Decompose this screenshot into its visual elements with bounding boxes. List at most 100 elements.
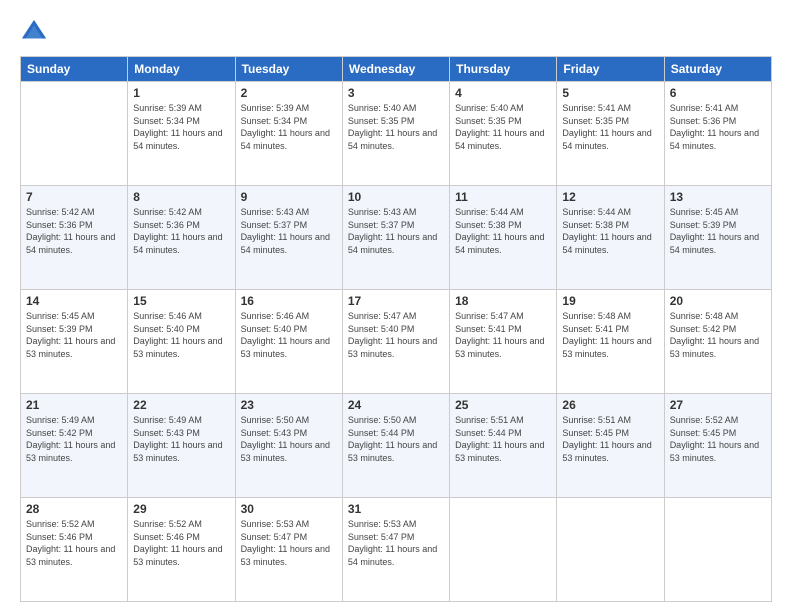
weekday-header: Wednesday (342, 57, 449, 82)
day-info: Sunrise: 5:45 AMSunset: 5:39 PMDaylight:… (670, 206, 766, 256)
calendar-cell: 8 Sunrise: 5:42 AMSunset: 5:36 PMDaylight… (128, 186, 235, 290)
day-info: Sunrise: 5:50 AMSunset: 5:43 PMDaylight:… (241, 414, 337, 464)
day-info: Sunrise: 5:44 AMSunset: 5:38 PMDaylight:… (455, 206, 551, 256)
day-number: 15 (133, 294, 229, 308)
day-info: Sunrise: 5:45 AMSunset: 5:39 PMDaylight:… (26, 310, 122, 360)
calendar-cell: 19 Sunrise: 5:48 AMSunset: 5:41 PMDayligh… (557, 290, 664, 394)
calendar-cell (664, 498, 771, 602)
calendar-cell: 29 Sunrise: 5:52 AMSunset: 5:46 PMDayligh… (128, 498, 235, 602)
day-number: 9 (241, 190, 337, 204)
day-info: Sunrise: 5:52 AMSunset: 5:46 PMDaylight:… (26, 518, 122, 568)
day-number: 6 (670, 86, 766, 100)
day-number: 1 (133, 86, 229, 100)
calendar-cell: 25 Sunrise: 5:51 AMSunset: 5:44 PMDayligh… (450, 394, 557, 498)
logo-icon (20, 18, 48, 46)
day-info: Sunrise: 5:40 AMSunset: 5:35 PMDaylight:… (455, 102, 551, 152)
day-number: 18 (455, 294, 551, 308)
day-number: 4 (455, 86, 551, 100)
calendar-cell: 27Sunrise: 5:52 AMSunset: 5:45 PMDayligh… (664, 394, 771, 498)
day-info: Sunrise: 5:53 AMSunset: 5:47 PMDaylight:… (348, 518, 444, 568)
calendar-cell: 2 Sunrise: 5:39 AMSunset: 5:34 PMDaylight… (235, 82, 342, 186)
day-number: 29 (133, 502, 229, 516)
day-info: Sunrise: 5:46 AMSunset: 5:40 PMDaylight:… (241, 310, 337, 360)
day-info: Sunrise: 5:40 AMSunset: 5:35 PMDaylight:… (348, 102, 444, 152)
day-number: 20 (670, 294, 766, 308)
calendar-cell (450, 498, 557, 602)
day-info: Sunrise: 5:42 AMSunset: 5:36 PMDaylight:… (133, 206, 229, 256)
day-info: Sunrise: 5:51 AMSunset: 5:45 PMDaylight:… (562, 414, 658, 464)
calendar-cell: 24 Sunrise: 5:50 AMSunset: 5:44 PMDayligh… (342, 394, 449, 498)
calendar-cell: 30 Sunrise: 5:53 AMSunset: 5:47 PMDayligh… (235, 498, 342, 602)
day-info: Sunrise: 5:52 AMSunset: 5:46 PMDaylight:… (133, 518, 229, 568)
day-info: Sunrise: 5:53 AMSunset: 5:47 PMDaylight:… (241, 518, 337, 568)
weekday-header: Thursday (450, 57, 557, 82)
calendar-cell: 26 Sunrise: 5:51 AMSunset: 5:45 PMDayligh… (557, 394, 664, 498)
calendar-header: SundayMondayTuesdayWednesdayThursdayFrid… (21, 57, 772, 82)
day-number: 16 (241, 294, 337, 308)
day-info: Sunrise: 5:41 AMSunset: 5:35 PMDaylight:… (562, 102, 658, 152)
calendar-cell (557, 498, 664, 602)
day-info: Sunrise: 5:41 AMSunset: 5:36 PMDaylight:… (670, 102, 766, 152)
day-info: Sunrise: 5:47 AMSunset: 5:40 PMDaylight:… (348, 310, 444, 360)
day-number: 26 (562, 398, 658, 412)
page: SundayMondayTuesdayWednesdayThursdayFrid… (0, 0, 792, 612)
day-info: Sunrise: 5:51 AMSunset: 5:44 PMDaylight:… (455, 414, 551, 464)
day-info: Sunrise: 5:46 AMSunset: 5:40 PMDaylight:… (133, 310, 229, 360)
day-info: Sunrise: 5:49 AMSunset: 5:42 PMDaylight:… (26, 414, 122, 464)
day-info: Sunrise: 5:49 AMSunset: 5:43 PMDaylight:… (133, 414, 229, 464)
day-number: 14 (26, 294, 122, 308)
logo (20, 18, 52, 46)
day-number: 19 (562, 294, 658, 308)
day-number: 13 (670, 190, 766, 204)
day-info: Sunrise: 5:44 AMSunset: 5:38 PMDaylight:… (562, 206, 658, 256)
day-info: Sunrise: 5:52 AMSunset: 5:45 PMDaylight:… (670, 414, 766, 464)
weekday-header: Sunday (21, 57, 128, 82)
calendar-cell: 21 Sunrise: 5:49 AMSunset: 5:42 PMDayligh… (21, 394, 128, 498)
day-number: 7 (26, 190, 122, 204)
calendar-cell: 17 Sunrise: 5:47 AMSunset: 5:40 PMDayligh… (342, 290, 449, 394)
day-number: 31 (348, 502, 444, 516)
calendar-cell: 16 Sunrise: 5:46 AMSunset: 5:40 PMDayligh… (235, 290, 342, 394)
day-info: Sunrise: 5:39 AMSunset: 5:34 PMDaylight:… (241, 102, 337, 152)
day-number: 8 (133, 190, 229, 204)
weekday-header: Monday (128, 57, 235, 82)
calendar-cell: 31 Sunrise: 5:53 AMSunset: 5:47 PMDayligh… (342, 498, 449, 602)
day-info: Sunrise: 5:50 AMSunset: 5:44 PMDaylight:… (348, 414, 444, 464)
day-number: 21 (26, 398, 122, 412)
day-info: Sunrise: 5:48 AMSunset: 5:42 PMDaylight:… (670, 310, 766, 360)
day-number: 3 (348, 86, 444, 100)
weekday-header: Tuesday (235, 57, 342, 82)
calendar-cell: 10Sunrise: 5:43 AMSunset: 5:37 PMDayligh… (342, 186, 449, 290)
calendar-cell: 15 Sunrise: 5:46 AMSunset: 5:40 PMDayligh… (128, 290, 235, 394)
calendar-cell: 13 Sunrise: 5:45 AMSunset: 5:39 PMDayligh… (664, 186, 771, 290)
weekday-header: Friday (557, 57, 664, 82)
calendar-cell: 14 Sunrise: 5:45 AMSunset: 5:39 PMDayligh… (21, 290, 128, 394)
day-number: 2 (241, 86, 337, 100)
calendar-week-row: 7 Sunrise: 5:42 AMSunset: 5:36 PMDaylight… (21, 186, 772, 290)
calendar-cell: 22Sunrise: 5:49 AMSunset: 5:43 PMDayligh… (128, 394, 235, 498)
day-number: 25 (455, 398, 551, 412)
day-info: Sunrise: 5:42 AMSunset: 5:36 PMDaylight:… (26, 206, 122, 256)
day-info: Sunrise: 5:39 AMSunset: 5:34 PMDaylight:… (133, 102, 229, 152)
calendar-cell: 20 Sunrise: 5:48 AMSunset: 5:42 PMDayligh… (664, 290, 771, 394)
day-number: 11 (455, 190, 551, 204)
day-info: Sunrise: 5:48 AMSunset: 5:41 PMDaylight:… (562, 310, 658, 360)
day-number: 24 (348, 398, 444, 412)
day-number: 28 (26, 502, 122, 516)
day-number: 12 (562, 190, 658, 204)
calendar-week-row: 28 Sunrise: 5:52 AMSunset: 5:46 PMDayligh… (21, 498, 772, 602)
calendar-cell: 6 Sunrise: 5:41 AMSunset: 5:36 PMDaylight… (664, 82, 771, 186)
calendar-cell: 1 Sunrise: 5:39 AMSunset: 5:34 PMDaylight… (128, 82, 235, 186)
day-info: Sunrise: 5:43 AMSunset: 5:37 PMDaylight:… (241, 206, 337, 256)
calendar-week-row: 1 Sunrise: 5:39 AMSunset: 5:34 PMDaylight… (21, 82, 772, 186)
calendar-cell: 7 Sunrise: 5:42 AMSunset: 5:36 PMDaylight… (21, 186, 128, 290)
day-number: 5 (562, 86, 658, 100)
calendar-table: SundayMondayTuesdayWednesdayThursdayFrid… (20, 56, 772, 602)
day-number: 30 (241, 502, 337, 516)
day-info: Sunrise: 5:43 AMSunset: 5:37 PMDaylight:… (348, 206, 444, 256)
calendar-week-row: 14 Sunrise: 5:45 AMSunset: 5:39 PMDayligh… (21, 290, 772, 394)
calendar-week-row: 21 Sunrise: 5:49 AMSunset: 5:42 PMDayligh… (21, 394, 772, 498)
day-number: 23 (241, 398, 337, 412)
weekday-header: Saturday (664, 57, 771, 82)
day-number: 17 (348, 294, 444, 308)
